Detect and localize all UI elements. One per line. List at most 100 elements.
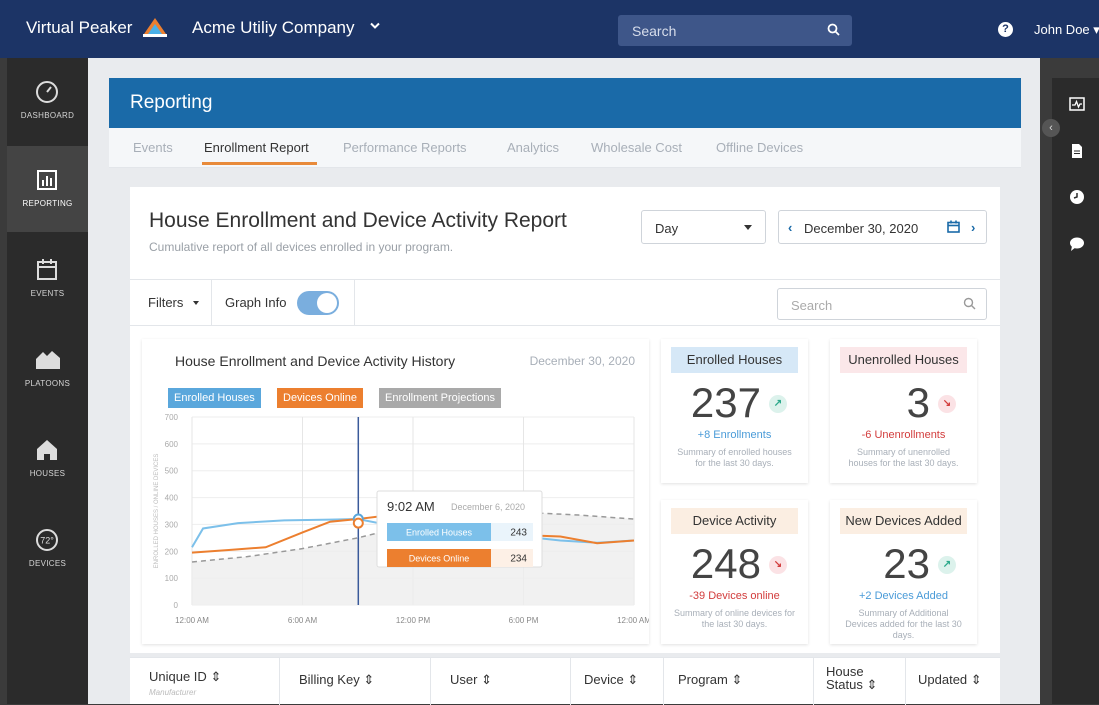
y-tick-label: 200 bbox=[165, 547, 179, 556]
report-search[interactable]: Search bbox=[777, 288, 987, 320]
legend-enrolled-houses[interactable]: Enrolled Houses bbox=[168, 388, 261, 408]
sort-icon: ⇕ bbox=[210, 669, 222, 684]
column-header-updated[interactable]: Updated ⇕ bbox=[906, 658, 1000, 705]
divider bbox=[354, 280, 355, 326]
y-tick-label: 300 bbox=[165, 520, 179, 529]
period-select[interactable]: Day bbox=[641, 210, 766, 244]
legend-devices-online[interactable]: Devices Online bbox=[277, 388, 363, 408]
tab-enrollment-report[interactable]: Enrollment Report bbox=[204, 140, 309, 155]
sort-icon: ⇕ bbox=[731, 672, 743, 687]
sort-icon: ⇕ bbox=[627, 672, 639, 687]
column-header-device[interactable]: Device ⇕ bbox=[571, 658, 664, 705]
y-tick-label: 400 bbox=[165, 494, 179, 503]
nav-houses[interactable]: HOUSES bbox=[7, 416, 88, 502]
sort-icon: ⇕ bbox=[866, 677, 878, 692]
column-header-billing-key[interactable]: Billing Key ⇕ bbox=[280, 658, 431, 705]
stat-card-new-devices-added: New Devices Added 23 ↗ +2 Devices Added … bbox=[830, 500, 977, 644]
nav-label: DEVICES bbox=[28, 559, 67, 568]
column-label: Program bbox=[678, 672, 728, 687]
date-picker[interactable]: ‹ December 30, 2020 › bbox=[778, 210, 987, 244]
tab-offline-devices[interactable]: Offline Devices bbox=[716, 140, 803, 155]
caret-down-icon bbox=[744, 225, 752, 230]
clock-icon[interactable] bbox=[1069, 189, 1085, 205]
stat-card-unenrolled-houses: Unenrolled Houses 3 ↘ -6 Unenrollments S… bbox=[830, 339, 977, 483]
house-icon bbox=[37, 440, 57, 460]
y-tick-label: 100 bbox=[165, 574, 179, 583]
column-header-user[interactable]: User ⇕ bbox=[431, 658, 571, 705]
filter-bar: Filters Graph Info Search bbox=[130, 279, 1000, 326]
stat-delta: -6 Unenrollments bbox=[861, 429, 946, 441]
column-header-house-status[interactable]: House Status ⇕ bbox=[814, 658, 906, 705]
report-tabs: Events Enrollment Report Performance Rep… bbox=[109, 128, 1021, 168]
activity-icon[interactable] bbox=[1069, 96, 1085, 112]
thermostat-badge: 72° bbox=[40, 536, 54, 546]
column-header-unique-id[interactable]: Unique ID ⇕ Manufacturer bbox=[130, 658, 280, 705]
graph-info-toggle[interactable] bbox=[297, 291, 339, 315]
nav-label: PLATOONS bbox=[24, 379, 71, 388]
graph-title: House Enrollment and Device Activity His… bbox=[175, 353, 456, 369]
sort-icon: ⇕ bbox=[970, 672, 982, 687]
divider bbox=[211, 280, 212, 326]
top-search[interactable]: Search bbox=[618, 15, 852, 46]
stat-delta: +2 Devices Added bbox=[859, 590, 948, 602]
caret-down-icon bbox=[193, 301, 199, 305]
chat-icon[interactable] bbox=[1069, 236, 1085, 252]
column-header-program[interactable]: Program ⇕ bbox=[664, 658, 814, 705]
tab-performance-reports[interactable]: Performance Reports bbox=[343, 140, 467, 155]
x-tick-label: 6:00 PM bbox=[509, 616, 539, 625]
report-title: House Enrollment and Device Activity Rep… bbox=[149, 209, 567, 232]
stat-title: Device Activity bbox=[671, 508, 798, 534]
prev-date-icon[interactable]: ‹ bbox=[788, 220, 792, 235]
report-search-input[interactable]: Search bbox=[791, 298, 832, 313]
thermostat-icon: 72° bbox=[36, 529, 58, 551]
user-menu[interactable]: John Doe ▾ bbox=[1034, 22, 1099, 38]
nav-reporting[interactable]: REPORTING bbox=[7, 146, 88, 232]
document-icon[interactable] bbox=[1069, 143, 1085, 159]
y-tick-label: 600 bbox=[165, 440, 179, 449]
section-title: Reporting bbox=[130, 92, 213, 113]
active-tab-indicator bbox=[202, 162, 317, 165]
history-graph-panel: House Enrollment and Device Activity His… bbox=[142, 339, 649, 644]
tab-wholesale-cost[interactable]: Wholesale Cost bbox=[591, 140, 682, 155]
nav-label: DASHBOARD bbox=[20, 111, 75, 120]
filters-button[interactable]: Filters bbox=[148, 295, 183, 310]
stat-card-device-activity: Device Activity 248 ↘ -39 Devices online… bbox=[661, 500, 808, 644]
nav-devices[interactable]: 72° DEVICES bbox=[7, 506, 88, 592]
report-subtitle: Cumulative report of all devices enrolle… bbox=[149, 240, 454, 254]
history-line-chart[interactable]: 700 600 500 400 300 200 100 0 12:00 AM 6:00 AM 12:… bbox=[142, 411, 649, 644]
nav-platoons[interactable]: PLATOONS bbox=[7, 326, 88, 412]
date-picker-value: December 30, 2020 bbox=[804, 221, 919, 236]
calendar-icon bbox=[37, 259, 57, 280]
collapse-rail-icon[interactable]: ‹ bbox=[1042, 119, 1060, 137]
tooltip-row-value: 243 bbox=[510, 528, 527, 539]
devices-table-header: Unique ID ⇕ Manufacturer Billing Key ⇕ U… bbox=[130, 657, 1000, 705]
search-icon[interactable] bbox=[827, 23, 840, 36]
next-date-icon[interactable]: › bbox=[971, 220, 975, 235]
legend-enrollment-projections[interactable]: Enrollment Projections bbox=[379, 388, 502, 408]
x-tick-label: 12:00 AM bbox=[175, 616, 209, 625]
brand-name[interactable]: Virtual Peaker bbox=[26, 18, 132, 38]
chevron-down-icon[interactable] bbox=[370, 22, 380, 30]
x-tick-label: 12:00 AM bbox=[617, 616, 649, 625]
column-label: Updated bbox=[918, 672, 968, 687]
x-tick-label: 6:00 AM bbox=[288, 616, 318, 625]
graph-date: December 30, 2020 bbox=[529, 354, 635, 368]
search-icon[interactable] bbox=[963, 297, 976, 310]
stat-summary: Summary of Additional Devices added for … bbox=[845, 608, 962, 640]
tab-events[interactable]: Events bbox=[133, 140, 173, 155]
tab-analytics[interactable]: Analytics bbox=[507, 140, 559, 155]
graph-info-label: Graph Info bbox=[225, 295, 287, 310]
stat-title: Unenrolled Houses bbox=[840, 347, 967, 373]
top-search-input[interactable]: Search bbox=[632, 23, 676, 39]
nav-dashboard[interactable]: DASHBOARD bbox=[7, 58, 88, 144]
stat-delta: +8 Enrollments bbox=[697, 429, 772, 441]
help-icon[interactable]: ? bbox=[998, 22, 1013, 37]
houses-group-icon bbox=[36, 351, 60, 369]
stat-summary: Summary of unenrolled houses for the las… bbox=[848, 447, 959, 468]
column-label: Unique ID bbox=[149, 669, 207, 684]
org-name[interactable]: Acme Utiliy Company bbox=[192, 18, 355, 38]
top-bar: Virtual Peaker Acme Utiliy Company Searc… bbox=[0, 0, 1099, 58]
stat-delta: -39 Devices online bbox=[689, 590, 780, 602]
calendar-icon[interactable] bbox=[947, 220, 960, 233]
nav-events[interactable]: EVENTS bbox=[7, 236, 88, 322]
